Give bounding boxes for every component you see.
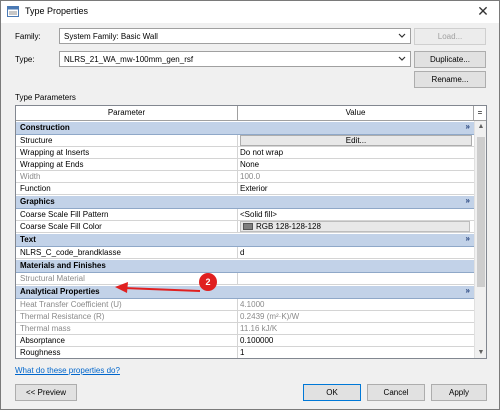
param-value-color[interactable]: RGB 128-128-128 [238,221,474,233]
param-row-width: Width 100.0 [16,171,474,183]
param-row-structure[interactable]: Structure Edit... [16,135,474,147]
group-name: Materials and Finishes [20,261,106,270]
param-value [238,273,474,285]
param-name: Thermal Resistance (R) [16,311,238,323]
group-name: Construction [20,123,70,132]
column-header-value[interactable]: Value [238,106,474,120]
param-name: Absorptance [16,335,238,347]
param-row-thermal-resistance: Thermal Resistance (R) 0.2439 (m²·K)/W [16,311,474,323]
collapse-icon[interactable]: » [466,122,470,131]
param-row-thermal-mass: Thermal mass 11.16 kJ/K [16,323,474,335]
param-row-coarse-fill-pattern[interactable]: Coarse Scale Fill Pattern <Solid fill> [16,209,474,221]
type-value: NLRS_21_WA_mw-100mm_gen_rsf [64,55,194,64]
type-properties-dialog: Type Properties ✕ Family: System Family:… [0,0,500,410]
ok-button[interactable]: OK [303,384,361,401]
param-name: NLRS_C_code_brandklasse [16,247,238,259]
param-value: 11.16 kJ/K [240,324,278,333]
param-value: 100.0 [240,172,261,181]
group-analytical-properties[interactable]: Analytical Properties » [16,285,474,299]
type-parameters-grid: Parameter Value = Construction » Structu… [15,105,487,359]
param-value[interactable]: <Solid fill> [238,209,474,221]
type-parameters-heading: Type Parameters [15,93,76,102]
param-row-wrapping-at-inserts[interactable]: Wrapping at Inserts Do not wrap [16,147,474,159]
title-bar: Type Properties ✕ [1,1,499,23]
param-name: Wrapping at Ends [16,159,238,171]
param-value[interactable]: 0.100000 [238,335,474,347]
family-value: System Family: Basic Wall [64,32,158,41]
color-swatch [243,223,253,231]
collapse-icon[interactable]: » [466,196,470,205]
param-name: Roughness [16,347,238,358]
column-header-parameter[interactable]: Parameter [16,106,238,120]
group-text[interactable]: Text » [16,233,474,247]
close-icon[interactable]: ✕ [475,3,491,19]
group-materials-and-finishes[interactable]: Materials and Finishes [16,259,474,273]
param-name: Thermal mass [16,323,238,335]
duplicate-button[interactable]: Duplicate... [414,51,486,68]
scroll-thumb[interactable] [477,137,485,287]
param-name: Coarse Scale Fill Pattern [16,209,238,221]
param-row-absorptance[interactable]: Absorptance 0.100000 [16,335,474,347]
chevron-down-icon [398,33,406,38]
grid-vertical-scrollbar[interactable]: ▲ ▼ [474,121,486,358]
structure-edit-button[interactable]: Edit... [240,135,472,146]
group-graphics[interactable]: Graphics » [16,195,474,209]
family-label: Family: [15,32,41,41]
rename-button[interactable]: Rename... [414,71,486,88]
scroll-up-icon[interactable]: ▲ [475,121,486,133]
scroll-down-icon[interactable]: ▼ [475,347,486,358]
load-button[interactable]: Load... [414,28,486,45]
preview-button[interactable]: << Preview [15,384,77,401]
param-value[interactable]: Exterior [238,183,474,195]
type-label: Type: [15,55,35,64]
param-row-wrapping-at-ends[interactable]: Wrapping at Ends None [16,159,474,171]
param-row-roughness[interactable]: Roughness 1 [16,347,474,358]
param-row-brandklasse[interactable]: NLRS_C_code_brandklasse d [16,247,474,259]
param-name: Wrapping at Inserts [16,147,238,159]
chevron-down-icon [398,56,406,61]
color-field[interactable]: RGB 128-128-128 [240,221,470,232]
group-name: Graphics [20,197,55,206]
collapse-icon[interactable]: » [466,234,470,243]
param-value[interactable]: Do not wrap [238,147,474,159]
annotation-badge: 2 [199,273,217,291]
param-value[interactable]: 1 [238,347,474,358]
param-row-coarse-fill-color[interactable]: Coarse Scale Fill Color RGB 128-128-128 [16,221,474,233]
apply-button[interactable]: Apply [431,384,487,401]
param-row-function[interactable]: Function Exterior [16,183,474,195]
grid-header: Parameter Value = [16,106,486,121]
param-value: 0.2439 (m²·K)/W [240,312,300,321]
app-icon [7,6,19,17]
help-link[interactable]: What do these properties do? [15,366,120,375]
grid-rows: Construction » Structure Edit... Wrappin… [16,121,474,358]
param-name: Function [16,183,238,195]
param-name: Width [16,171,238,183]
param-name: Heat Transfer Coefficient (U) [16,299,238,311]
cancel-button[interactable]: Cancel [367,384,425,401]
color-value: RGB 128-128-128 [256,222,321,231]
group-name: Text [20,235,36,244]
param-name: Coarse Scale Fill Color [16,221,238,233]
group-name: Analytical Properties [20,287,100,296]
group-construction[interactable]: Construction » [16,121,474,135]
param-row-structural-material: Structural Material [16,273,474,285]
param-value[interactable]: None [238,159,474,171]
param-value[interactable]: d [238,247,474,259]
collapse-icon[interactable]: » [466,286,470,295]
param-name: Structure [16,135,238,147]
param-value: 4.1000 [240,300,265,309]
column-header-equals[interactable]: = [474,106,486,120]
window-title: Type Properties [25,6,89,16]
type-dropdown[interactable]: NLRS_21_WA_mw-100mm_gen_rsf [59,51,411,67]
family-dropdown[interactable]: System Family: Basic Wall [59,28,411,44]
param-row-heat-transfer-coefficient: Heat Transfer Coefficient (U) 4.1000 [16,299,474,311]
